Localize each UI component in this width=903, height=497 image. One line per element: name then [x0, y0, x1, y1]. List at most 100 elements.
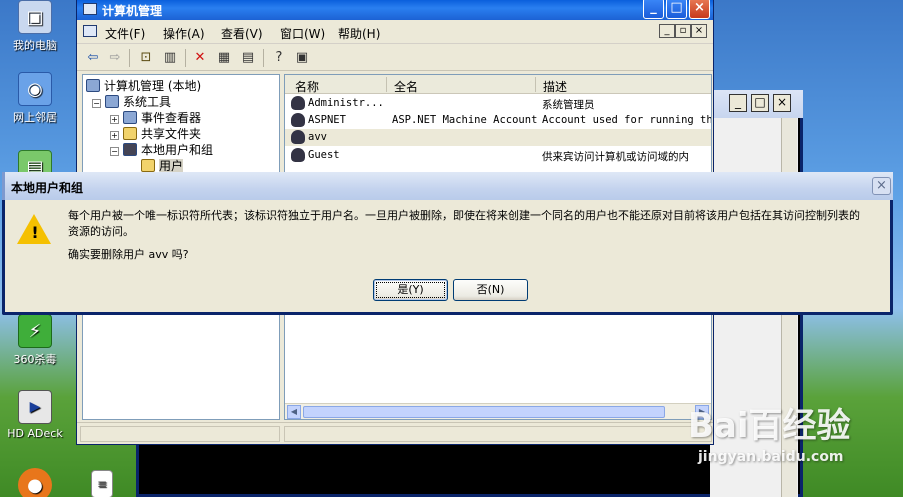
mdi-icon[interactable]	[83, 25, 97, 37]
table-row[interactable]: ASPNET ASP.NET Machine Account Account u…	[285, 112, 711, 129]
action-pane-icon[interactable]: ▣	[293, 49, 311, 67]
console-titlebar: _ □ ×	[710, 90, 803, 118]
delete-icon[interactable]: ✕	[191, 49, 209, 67]
user-icon	[291, 148, 305, 162]
user-icon	[291, 130, 305, 144]
delete-user-dialog: 本地用户和组 × ! 每个用户被一个唯一标识符所代表；该标识符独立于用户名。一旦…	[2, 172, 893, 315]
table-row[interactable]: avv	[285, 129, 711, 146]
back-arrow-icon[interactable]: ⇦	[84, 49, 102, 67]
cell-fullname: ASP.NET Machine Account	[392, 114, 537, 126]
column-separator[interactable]	[386, 77, 387, 92]
table-row[interactable]: Administr... 系统管理员	[285, 95, 711, 112]
column-header-fullname[interactable]: 全名	[394, 78, 418, 95]
horizontal-scrollbar[interactable]: ◀ ▶	[285, 403, 711, 419]
scrollbar-thumb[interactable]	[303, 406, 665, 418]
toolbar-separator	[185, 49, 186, 67]
cell-name: Administr...	[308, 97, 384, 109]
collapse-icon[interactable]: −	[92, 99, 101, 108]
no-button[interactable]: 否(N)	[453, 279, 528, 301]
properties-icon[interactable]: ▦	[215, 49, 233, 67]
warning-exclamation: !	[31, 223, 39, 242]
close-button[interactable]: ×	[689, 0, 710, 19]
baidu-url: jingyan.baidu.com	[698, 449, 844, 465]
baidu-logo: Bai百经验	[688, 406, 851, 446]
desktop-icon-firefox[interactable]: ●	[0, 468, 70, 497]
cell-name: Guest	[308, 149, 340, 161]
tree-node-system-tools[interactable]: − 系统工具	[92, 93, 171, 110]
desktop-icon-hd-adeck[interactable]: ▶ HD ADeck	[0, 390, 70, 440]
baidu-watermark: Bai百经验 jingyan.baidu.com	[688, 398, 898, 465]
up-folder-icon[interactable]: ⊡	[137, 49, 155, 67]
shared-folder-icon	[123, 127, 137, 140]
minimize-button[interactable]: _	[643, 0, 664, 19]
maximize-button[interactable]: □	[751, 94, 769, 112]
cell-description: 供来宾访问计算机或访问域的内	[542, 151, 689, 163]
tree-node-root[interactable]: 计算机管理 (本地)	[86, 77, 201, 94]
tree-node-shared-folders[interactable]: + 共享文件夹	[110, 125, 201, 142]
shield-icon: ⚡	[18, 314, 52, 348]
user-icon	[291, 96, 305, 110]
column-header-name[interactable]: 名称	[295, 78, 319, 95]
forward-arrow-icon[interactable]: ⇨	[106, 49, 124, 67]
cell-name: ASPNET	[308, 114, 346, 126]
list-header: 名称 全名 描述	[285, 75, 711, 94]
toolbar-separator	[129, 49, 130, 67]
status-pane	[284, 426, 712, 442]
export-list-icon[interactable]: ▤	[239, 49, 257, 67]
menu-window[interactable]: 窗口(W)	[280, 25, 325, 42]
status-pane	[80, 426, 280, 442]
yes-button[interactable]: 是(Y)	[373, 279, 448, 301]
tree-node-event-viewer[interactable]: + 事件查看器	[110, 109, 201, 126]
event-viewer-icon	[123, 111, 137, 124]
scroll-left-arrow-icon[interactable]: ◀	[287, 405, 301, 419]
desktop-icon-network[interactable]: ◉ 网上邻居	[0, 72, 70, 125]
desktop-icon-label: 网上邻居	[13, 111, 57, 124]
help-icon[interactable]: ?	[270, 49, 288, 67]
toolbar-separator	[263, 49, 264, 67]
dialog-close-button[interactable]: ×	[872, 177, 891, 195]
folder-icon	[141, 159, 155, 172]
menu-help[interactable]: 帮助(H)	[338, 25, 380, 42]
menu-action[interactable]: 操作(A)	[163, 25, 205, 42]
close-button[interactable]: ×	[773, 94, 791, 112]
menu-view[interactable]: 查看(V)	[221, 25, 263, 42]
menu-bar: 文件(F) 操作(A) 查看(V) 窗口(W) 帮助(H) _ ▫ ×	[77, 20, 713, 44]
minimize-button[interactable]: _	[729, 94, 747, 112]
maximize-button[interactable]: □	[666, 0, 687, 19]
table-row[interactable]: Guest 供来宾访问计算机或访问域的内	[285, 147, 711, 164]
tree-node-local-users-groups[interactable]: − 本地用户和组	[110, 141, 213, 158]
mdi-restore-button[interactable]: ▫	[675, 24, 691, 38]
desktop-icon-label: 我的电脑	[13, 39, 57, 52]
app-icon	[83, 3, 97, 15]
toolbar: ⇦ ⇨ ⊡ ▥ ✕ ▦ ▤ ? ▣	[77, 45, 713, 71]
computer-icon: ▣	[18, 0, 52, 34]
computer-icon	[86, 79, 100, 92]
dialog-titlebar[interactable]: 本地用户和组 ×	[2, 172, 893, 200]
mdi-close-button[interactable]: ×	[691, 24, 707, 38]
dialog-title: 本地用户和组	[11, 181, 84, 195]
expand-icon[interactable]: +	[110, 115, 119, 124]
collapse-icon[interactable]: −	[110, 147, 119, 156]
column-header-description[interactable]: 描述	[543, 78, 567, 95]
menu-file[interactable]: 文件(F)	[105, 25, 145, 42]
expand-icon[interactable]: +	[110, 131, 119, 140]
audio-icon: ▶	[18, 390, 52, 424]
cell-description: 系统管理员	[542, 99, 595, 111]
desktop-icon-my-computer[interactable]: ▣ 我的电脑	[0, 0, 70, 53]
users-icon	[123, 143, 137, 156]
cell-description: Account used for running the	[542, 114, 712, 126]
desktop-icon-document[interactable]: ≡	[82, 470, 122, 497]
column-separator[interactable]	[535, 77, 536, 92]
firefox-icon: ●	[18, 468, 52, 497]
document-icon: ≡	[91, 470, 113, 497]
desktop-icon-label: 360杀毒	[13, 353, 57, 366]
window-titlebar[interactable]: 计算机管理 _ □ ×	[77, 0, 713, 20]
show-hide-tree-icon[interactable]: ▥	[161, 49, 179, 67]
mdi-minimize-button[interactable]: _	[659, 24, 675, 38]
desktop-icon-360[interactable]: ⚡ 360杀毒	[0, 314, 70, 367]
network-icon: ◉	[18, 72, 52, 106]
user-icon	[291, 113, 305, 127]
status-bar	[77, 422, 713, 444]
dialog-message: 每个用户被一个唯一标识符所代表；该标识符独立于用户名。一旦用户被删除，即使在将来…	[68, 209, 860, 238]
dialog-confirm-question: 确实要删除用户 avv 吗?	[68, 248, 189, 261]
